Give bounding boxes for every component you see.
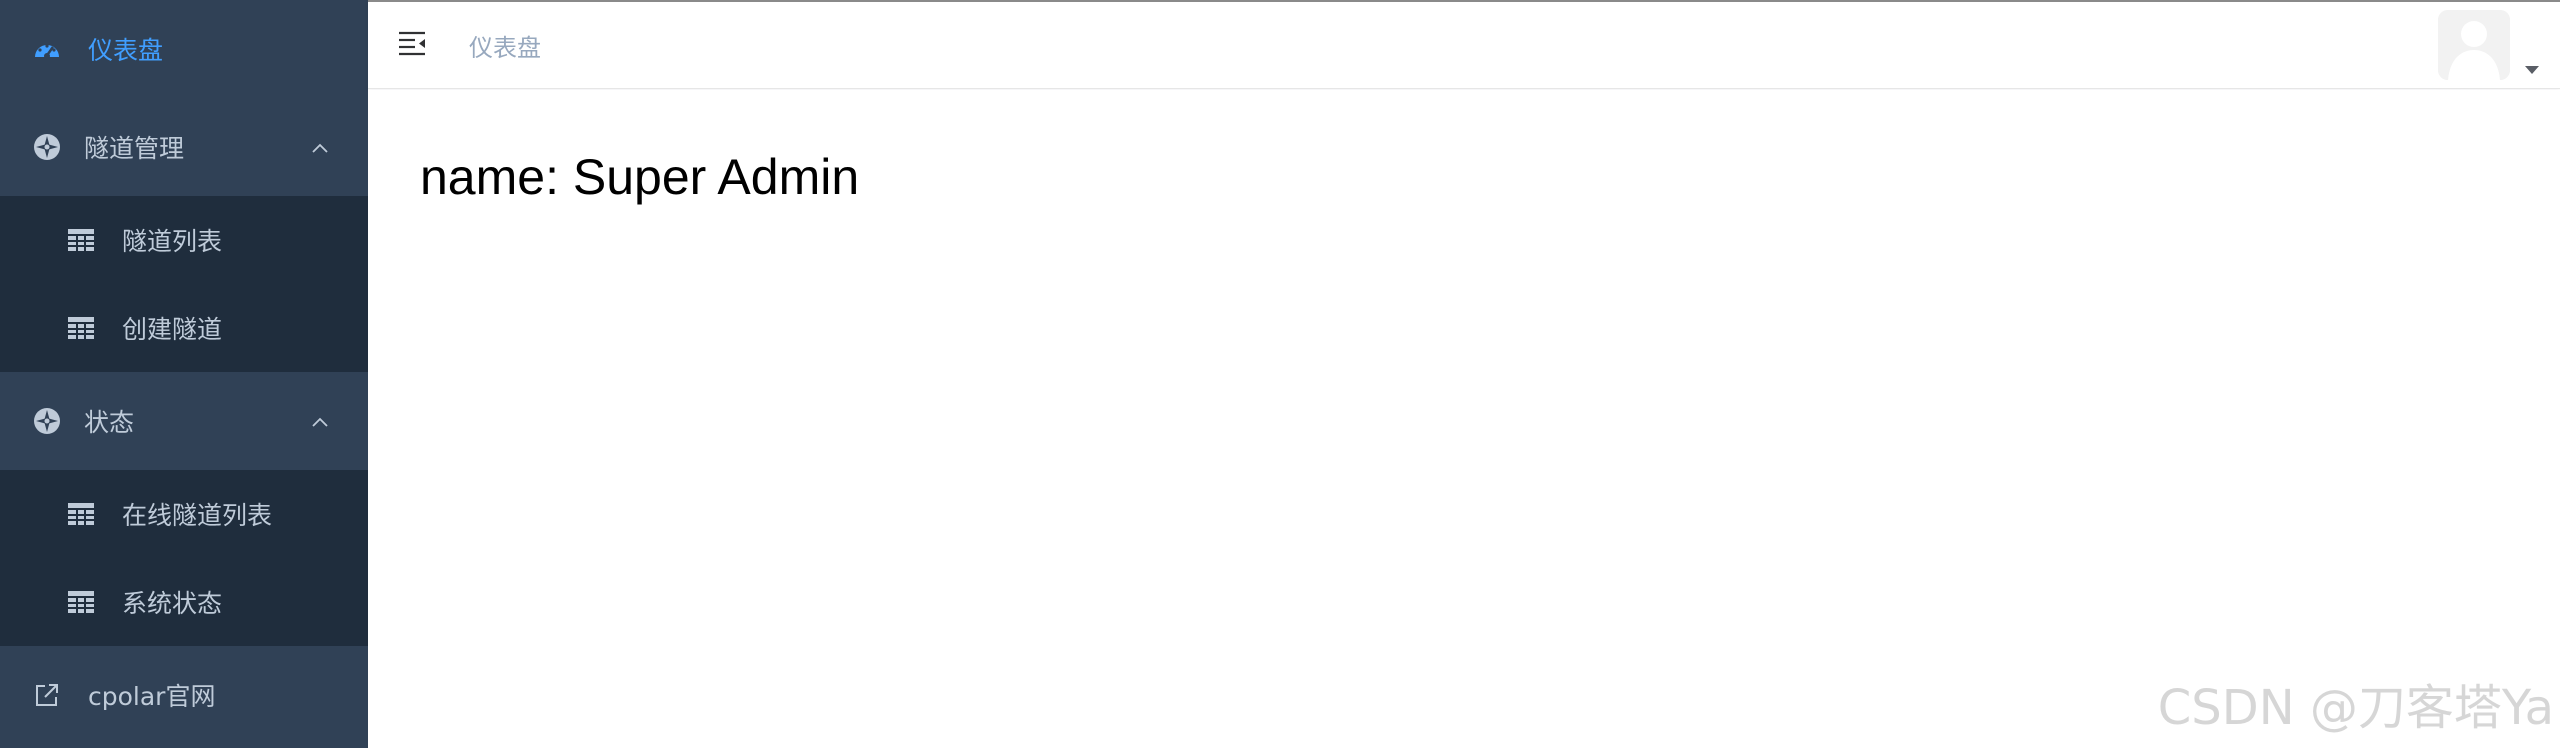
sidebar-item-tunnel-list-label: 隧道列表 bbox=[122, 227, 223, 256]
sidebar-item-dashboard[interactable]: 仪表盘 bbox=[0, 0, 368, 98]
sidebar-item-tunnel-list[interactable]: 隧道列表 bbox=[0, 196, 368, 284]
sidebar-item-official-site-label: cpolar官网 bbox=[88, 682, 216, 711]
table-icon bbox=[68, 591, 94, 613]
submenu-title-status-label: 状态 bbox=[84, 408, 135, 437]
submenu-list-tunnel-management: 隧道列表 创建隧道 bbox=[0, 196, 368, 372]
external-link-icon bbox=[32, 680, 62, 710]
sidebar-item-system-status[interactable]: 系统状态 bbox=[0, 558, 368, 646]
compass-icon bbox=[32, 406, 62, 436]
table-icon bbox=[68, 317, 94, 339]
compass-icon bbox=[32, 132, 62, 162]
table-icon bbox=[68, 503, 94, 525]
caret-down-icon[interactable] bbox=[2524, 60, 2540, 74]
sidebar-item-create-tunnel[interactable]: 创建隧道 bbox=[0, 284, 368, 372]
chevron-up-icon bbox=[310, 410, 330, 430]
submenu-title-tunnel-management[interactable]: 隧道管理 bbox=[0, 98, 368, 196]
submenu-status: 状态 在线隧道列表 系统状态 bbox=[0, 372, 368, 646]
chevron-up-icon bbox=[310, 136, 330, 156]
hamburger-menu-icon[interactable] bbox=[396, 26, 430, 60]
submenu-title-tunnel-management-label: 隧道管理 bbox=[84, 134, 185, 163]
app-root: 仪表盘 隧道管理 隧道列表 创建隧道 状态 在线隧道列表 系统状态 cpolar… bbox=[0, 0, 2560, 748]
sidebar-item-dashboard-label: 仪表盘 bbox=[88, 36, 164, 65]
sidebar-item-online-tunnels-label: 在线隧道列表 bbox=[122, 501, 273, 530]
submenu-title-status[interactable]: 状态 bbox=[0, 372, 368, 470]
navbar: 仪表盘 bbox=[368, 0, 2560, 89]
sidebar-item-online-tunnels[interactable]: 在线隧道列表 bbox=[0, 470, 368, 558]
dashboard-icon bbox=[32, 34, 62, 64]
sidebar: 仪表盘 隧道管理 隧道列表 创建隧道 状态 在线隧道列表 系统状态 cpolar… bbox=[0, 0, 368, 748]
sidebar-item-system-status-label: 系统状态 bbox=[122, 589, 223, 618]
avatar[interactable] bbox=[2438, 10, 2510, 80]
main-content: name: Super Admin CSDN @刀客塔Ya bbox=[368, 90, 2560, 748]
submenu-tunnel-management: 隧道管理 隧道列表 创建隧道 bbox=[0, 98, 368, 372]
watermark: CSDN @刀客塔Ya bbox=[2157, 680, 2554, 736]
breadcrumb: 仪表盘 bbox=[469, 34, 541, 62]
sidebar-item-official-site[interactable]: cpolar官网 bbox=[0, 646, 368, 744]
sidebar-item-create-tunnel-label: 创建隧道 bbox=[122, 315, 223, 344]
dashboard-text: name: Super Admin bbox=[420, 149, 860, 205]
submenu-list-status: 在线隧道列表 系统状态 bbox=[0, 470, 368, 646]
table-icon bbox=[68, 229, 94, 251]
